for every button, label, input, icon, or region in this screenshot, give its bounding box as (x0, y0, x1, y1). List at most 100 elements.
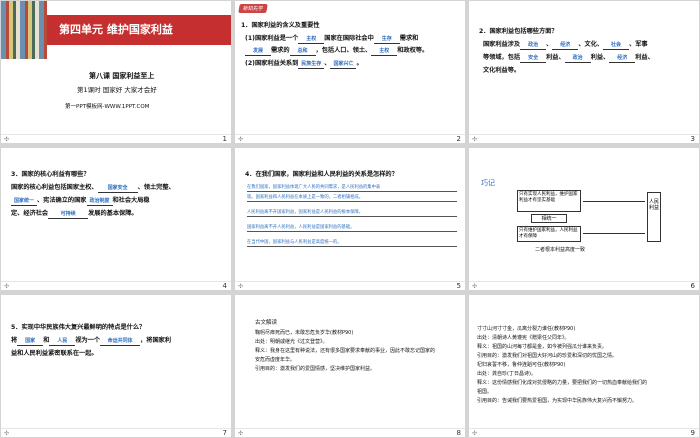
ppt-icon: ✣ (472, 283, 478, 290)
answer-line: 人民利益离不开国家利益，国家利益是人民利益的根本保障。 (247, 209, 457, 217)
text-line: 出处：明朝戚继光《过文登营》。 (255, 339, 328, 345)
answer-line-1: 国家利益涉及 政治、经济 、文化、 社会 、军事 (483, 41, 648, 50)
text-line: 鞠躬尽瘁死而已，未敢忘危负岁华(教材P90) (255, 330, 354, 336)
text: 利益、 (546, 54, 565, 61)
text: 利益、 (635, 54, 654, 61)
slide-9[interactable]: 寸寸山河寸寸金，瓜离分裂力谁任(教材P90) 出处：清朝诗人黄遵宪《赠梁任父同年… (469, 295, 699, 437)
text-line: 出处：清朝诗人黄遵宪《赠梁任父同年》。 (477, 335, 570, 341)
slide-footer: ✣ 7 (1, 428, 231, 437)
ppt-icon: ✣ (472, 136, 478, 143)
fill-blank[interactable]: 总和 (289, 47, 316, 56)
text-line: 释义：我身在这里有种说法，还有很多国家要求奉献的事业，因此不敢忘记国家的 (255, 348, 436, 354)
slide-footer: ✣ 4 (1, 281, 231, 290)
text: 定、经济社会 (11, 210, 49, 217)
slide-number: 6 (690, 282, 695, 290)
fill-blank[interactable]: 国家兴亡 (330, 60, 357, 69)
text-line: 安危而虚度年华。 (255, 357, 296, 363)
text-line: 出处：龚自珍(丁日昌诗)。 (477, 371, 536, 377)
text-line: 引用目的：激发我们的爱国情感，坚决维护国家利益。 (255, 366, 376, 372)
fill-blank[interactable]: 安全 (520, 54, 547, 63)
text: 视为一个 (75, 337, 101, 344)
text-line: 释义：祖国的山河每寸都是金，如今被列强瓜分谁来负责。 (477, 344, 608, 350)
fill-blank[interactable]: 政治 (520, 41, 547, 50)
answer-line-3: 文化利益等。 (483, 67, 521, 74)
text: 等领域，包括 (483, 54, 521, 61)
text: ，将国家利 (140, 337, 172, 344)
answer-line-2: 益和人民利益紧密联系在一起。 (11, 350, 98, 357)
slide-footer: ✣ 8 (235, 428, 465, 437)
fill-blank[interactable]: 主权 (298, 35, 325, 44)
slide-6[interactable]: 巧记 只有实现人民利益，维护国家利益才有坚实基础 相统一 只有维护国家利益，人民… (469, 148, 699, 290)
section-tag: 新知先学 (238, 4, 268, 13)
slide-number: 1 (222, 135, 227, 143)
text: 国家利益涉及 (483, 41, 521, 48)
diagram-left-bottom: 只有维护国家利益，人民利益才有保障 (517, 226, 581, 242)
fill-blank[interactable]: 国家统一 (11, 197, 37, 206)
slide-1[interactable]: 第四单元 维护国家利益 第八课 国家利益至上 第1课时 国家好 大家才会好 第一… (1, 1, 231, 143)
text-line: 引用目的：激发我们对祖国大好河山的珍爱和深切的忧国之情。 (477, 353, 618, 359)
text: 相统一 (541, 216, 557, 222)
text: (1)国家利益是一个 (245, 35, 299, 42)
text: 、宪法确立的国家 (37, 197, 87, 204)
text: 文化、 (584, 41, 604, 48)
ppt-icon: ✣ (238, 430, 244, 437)
fill-blank[interactable]: 经济 (609, 54, 636, 63)
fill-blank[interactable]: 国家安全 (97, 184, 138, 193)
arrow-top (583, 201, 645, 202)
fill-blank[interactable]: 经济 (552, 41, 579, 50)
fill-blank[interactable]: 生存 (373, 35, 400, 44)
text: 和社会大局稳 (112, 197, 150, 204)
text: 国家的核心利益包括国家主权、 (11, 184, 98, 191)
fill-blank[interactable]: 国家 (17, 337, 44, 346)
answer-line: 在当代中国，国家利益与人民利益是高度统一的。 (247, 239, 457, 247)
fill-blank[interactable]: 主权 (371, 47, 398, 56)
question: 2．国家利益包括哪些方面？ (479, 28, 558, 35)
slide-8[interactable]: 古文解读 鞠躬尽瘁死而已，未敢忘危负岁华(教材P90) 出处：明朝戚继光《过文登… (235, 295, 465, 437)
slide-4[interactable]: 3．国家的核心利益有哪些？ 国家的核心利益包括国家主权、 国家安全 、领土完整、 国… (1, 148, 231, 290)
ppt-icon: ✣ (472, 430, 478, 437)
fill-blank[interactable]: 社会 (603, 41, 630, 50)
arrow-bottom (583, 233, 645, 234)
text: 人民利益 (648, 199, 659, 211)
text: 、领土完整、 (137, 184, 175, 191)
slide-3[interactable]: 2．国家利益包括哪些方面？ 国家利益涉及 政治、经济 、文化、 社会 、军事 等领域，包… (469, 1, 699, 143)
ppt-icon: ✣ (4, 283, 10, 290)
lesson-title: 第八课 国家利益至上 (89, 72, 155, 80)
fill-blank[interactable]: 发展 (245, 47, 271, 56)
text-line: 寸寸山河寸寸金，瓜离分裂力谁任(教材P90) (477, 326, 576, 332)
text: 利益、 (590, 54, 610, 61)
ppt-icon: ✣ (238, 136, 244, 143)
text-line: 杞妇哀誓不移，鲁仲连蹈可任(教材P90) (477, 362, 566, 368)
slide-number: 2 (456, 135, 461, 143)
diagram-bottom: 二者根本利益高度一致 (535, 247, 586, 253)
fill-blank[interactable]: 可持续 (48, 210, 89, 219)
answer-line-3: 定、经济社会 可持续 发展的基本保障。 (11, 209, 138, 219)
slide-2[interactable]: 新知先学 1．国家利益的含义及重要性 (1)国家利益是一个 主权 国家在国际社会中生… (235, 1, 465, 143)
ppt-icon: ✣ (4, 430, 10, 437)
fill-blank[interactable]: 政治制度 (86, 197, 113, 206)
fill-blank[interactable]: 人民 (49, 337, 76, 346)
text: 需求和 (399, 35, 419, 42)
diagram-left-top: 只有实现人民利益，维护国家利益才有坚实基础 (517, 190, 581, 212)
lesson-subtitle: 第1课时 国家好 大家才会好 (77, 86, 157, 94)
text: 军事 (635, 41, 648, 48)
fill-blank[interactable]: 民族生存 (298, 60, 325, 69)
slide-number: 3 (690, 135, 695, 143)
question: 5．实现中华民族伟大复兴最鲜明的特点是什么？ (11, 324, 146, 331)
section-title: 古文解读 (255, 320, 278, 326)
text: 需求的 (271, 47, 290, 54)
answer-line-1: 将国家和人民 视为一个 命运共同体 ，将国家利 (11, 336, 171, 346)
question: 4．在我们国家，国家利益和人民利益的关系是怎样的？ (245, 171, 398, 178)
answer-line: 国家利益离不开人民利益，人民利益是国家利益的基础。 (247, 224, 457, 232)
text: 。 (356, 60, 363, 67)
diagram-right: 人民利益 (647, 192, 661, 242)
slide-footer: ✣ 3 (469, 134, 699, 143)
slide-footer: ✣ 6 (469, 281, 699, 290)
slide-5[interactable]: 4．在我们国家，国家利益和人民利益的关系是怎样的？ 在我们国家，国家利益体现广大… (235, 148, 465, 290)
fill-blank[interactable]: 政治 (564, 54, 591, 63)
text-line: 释义：这份情感我们化成对抗侵略的力量，要把我们的一切热血奉献给我们的 (477, 380, 648, 386)
bookshelf-image (1, 1, 47, 59)
fill-blank[interactable]: 命运共同体 (100, 337, 141, 346)
slide-number: 8 (456, 429, 461, 437)
slide-7[interactable]: 5．实现中华民族伟大复兴最鲜明的特点是什么？ 将国家和人民 视为一个 命运共同体 ，将… (1, 295, 231, 437)
